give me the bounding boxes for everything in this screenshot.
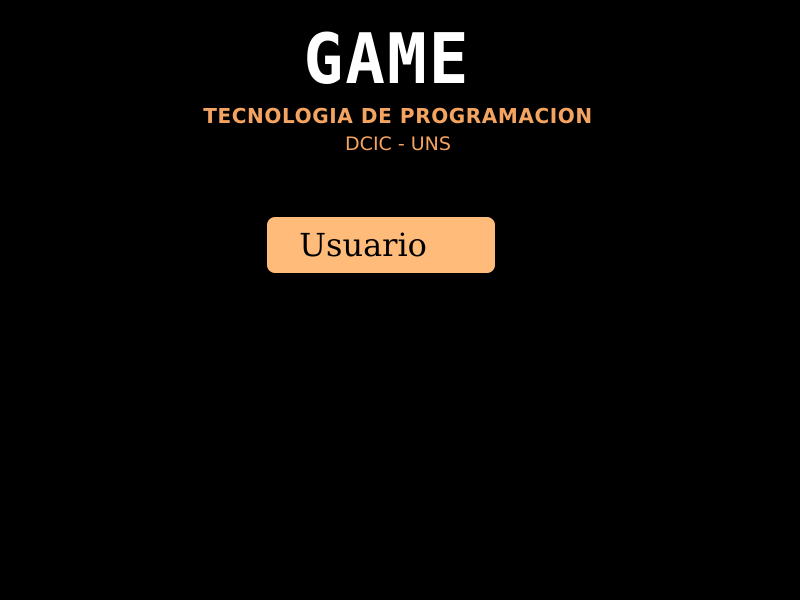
user-button[interactable]: Usuario — [267, 217, 495, 273]
game-title: GAME — [303, 19, 471, 100]
subtitle: TECNOLOGIA DE PROGRAMACION — [203, 104, 593, 128]
user-button-label: Usuario — [299, 226, 427, 264]
game-start-screen: GAME TECNOLOGIA DE PROGRAMACION DCIC - U… — [0, 0, 800, 600]
organization-label: DCIC - UNS — [345, 133, 451, 155]
